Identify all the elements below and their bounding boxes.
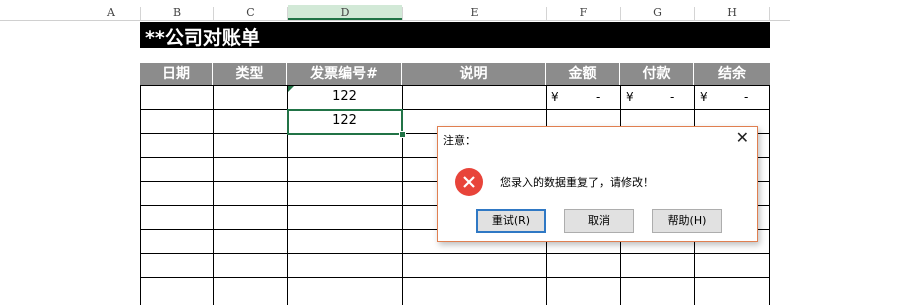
payment-currency: ¥: [626, 90, 634, 104]
header-date[interactable]: 日期: [140, 63, 213, 85]
header-invoice-number[interactable]: 发票编号#: [287, 63, 402, 85]
header-payment[interactable]: 付款: [620, 63, 694, 85]
column-header-c[interactable]: C: [214, 5, 287, 20]
dialog-title: 注意：: [443, 134, 476, 147]
column-header-b[interactable]: B: [141, 5, 213, 20]
column-header-d[interactable]: D: [288, 5, 402, 20]
amount-value[interactable]: -: [596, 86, 600, 108]
grid-line: [213, 85, 214, 305]
duplicate-warning-dialog: 注意： ✕ 您录入的数据重复了，请修改！ 重试(R) 取消 帮助(H): [437, 126, 758, 242]
balance-currency: ¥: [700, 90, 708, 104]
title-bar[interactable]: **公司对账单: [140, 22, 770, 49]
column-header-f[interactable]: F: [547, 5, 620, 20]
column-separator: [769, 7, 770, 20]
column-header-bar: A B C D E F G H: [0, 5, 790, 20]
header-type[interactable]: 类型: [213, 63, 287, 85]
close-icon[interactable]: ✕: [736, 128, 749, 147]
header-amount[interactable]: 金额: [546, 63, 620, 85]
grid-line: [140, 85, 770, 86]
header-description[interactable]: 说明: [402, 63, 546, 85]
column-header-divider: [0, 20, 790, 21]
cancel-button[interactable]: 取消: [564, 209, 634, 233]
header-balance[interactable]: 结余: [694, 63, 770, 85]
column-header-a[interactable]: A: [103, 5, 119, 20]
grid-line: [769, 85, 770, 305]
dialog-message: 您录入的数据重复了，请修改！: [500, 176, 654, 189]
retry-button[interactable]: 重试(R): [476, 209, 546, 233]
help-button[interactable]: 帮助(H): [652, 209, 722, 233]
invoice-cell-row1[interactable]: 122: [287, 86, 402, 108]
error-icon: [455, 168, 483, 196]
payment-value[interactable]: -: [670, 86, 674, 108]
column-header-h[interactable]: H: [695, 5, 769, 20]
grid-line: [140, 109, 770, 110]
grid-line: [140, 253, 770, 254]
grid-line: [140, 277, 770, 278]
column-header-g[interactable]: G: [621, 5, 694, 20]
fill-handle[interactable]: [399, 131, 406, 138]
sheet-title: **公司对账单: [145, 27, 260, 49]
invoice-cell-row2[interactable]: 122: [287, 110, 402, 132]
balance-value[interactable]: -: [744, 86, 748, 108]
column-header-e[interactable]: E: [403, 5, 546, 20]
amount-currency: ¥: [551, 90, 559, 104]
grid-line: [140, 85, 141, 305]
